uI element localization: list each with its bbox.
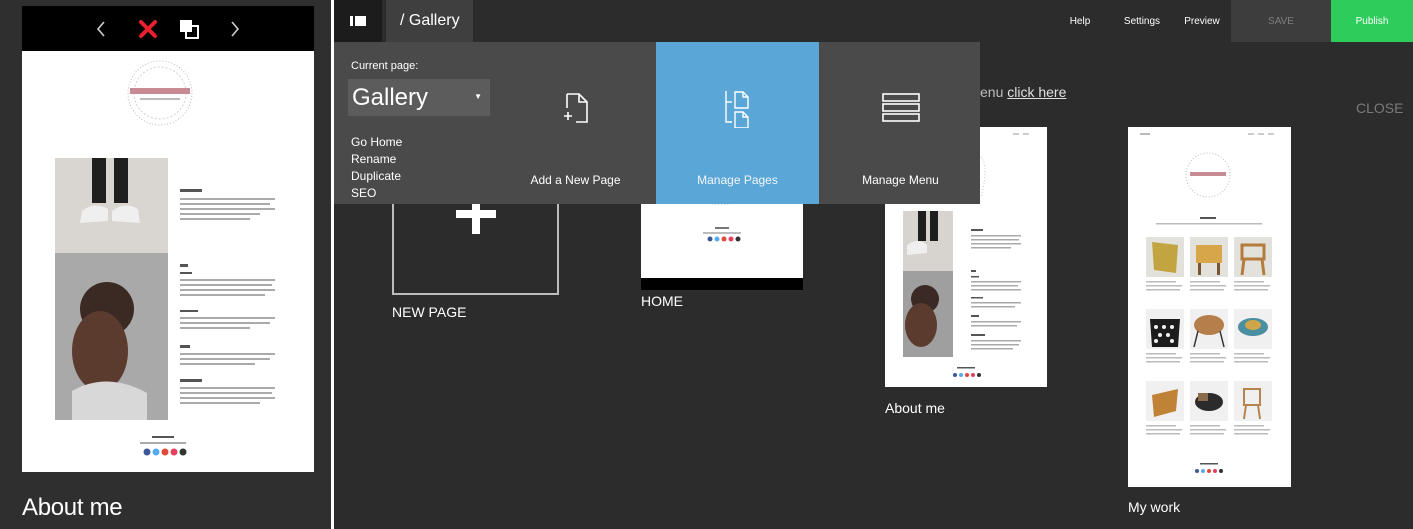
close-button[interactable]: CLOSE	[1356, 100, 1403, 116]
add-new-page-label: Add a New Page	[530, 173, 621, 187]
pages-dropdown-panel: Current page: Gallery ▼ Go Home Rename D…	[334, 42, 980, 204]
manage-menu-tile[interactable]: Manage Menu	[819, 42, 982, 204]
about-me-page-label: About me	[885, 400, 945, 416]
home-page-thumbnail-image	[641, 200, 803, 290]
next-page-button[interactable]	[220, 6, 250, 51]
current-page-tab[interactable]: / Gallery	[386, 0, 473, 42]
click-here-link[interactable]: click here	[1007, 84, 1066, 100]
rename-link[interactable]: Rename	[351, 152, 396, 166]
add-page-icon	[563, 93, 588, 123]
settings-link[interactable]: Settings	[1114, 0, 1170, 42]
current-page-label: Current page:	[351, 60, 419, 72]
my-work-thumbnail-image	[1140, 133, 1274, 473]
duplicate-link[interactable]: Duplicate	[351, 169, 401, 183]
duplicate-page-button[interactable]	[174, 6, 204, 51]
add-new-page-tile[interactable]: Add a New Page	[494, 42, 657, 204]
my-work-page-label: My work	[1128, 499, 1181, 515]
menu-list-icon	[881, 93, 920, 122]
sidebar-toggle-icon	[350, 16, 366, 26]
top-toolbar: / Gallery Help Settings Preview SAVE Pub…	[334, 0, 1413, 42]
manage-menu-label: Manage Menu	[862, 173, 939, 187]
seo-link[interactable]: SEO	[351, 186, 376, 200]
preview-page-title: About me	[22, 494, 123, 521]
publish-button[interactable]: Publish	[1331, 0, 1413, 42]
new-page-label: NEW PAGE	[392, 304, 467, 320]
go-home-link[interactable]: Go Home	[351, 135, 402, 149]
page-manager: / Gallery Help Settings Preview SAVE Pub…	[334, 0, 1413, 529]
current-page-section: Current page: Gallery ▼ Go Home Rename D…	[334, 42, 504, 204]
page-preview-panel: About me	[0, 0, 331, 529]
home-page-label: HOME	[641, 293, 683, 309]
home-page-thumbnail[interactable]	[641, 200, 803, 290]
preview-navigation-bar	[22, 6, 314, 51]
current-page-value: Gallery	[352, 83, 429, 111]
chevron-left-icon	[96, 20, 105, 37]
current-page-select[interactable]: Gallery ▼	[348, 79, 490, 116]
help-link[interactable]: Help	[1060, 0, 1100, 42]
duplicate-pages-icon	[180, 19, 199, 39]
delete-page-button[interactable]	[133, 6, 163, 51]
preview-link[interactable]: Preview	[1176, 0, 1228, 42]
about-page-preview-image	[55, 60, 275, 456]
my-work-page-thumbnail[interactable]	[1128, 127, 1291, 487]
close-x-icon	[139, 19, 157, 38]
manage-menu-hint-text: enu	[980, 84, 1004, 100]
caret-down-icon: ▼	[474, 92, 482, 101]
sidebar-toggle-button[interactable]	[334, 0, 382, 42]
manage-pages-label: Manage Pages	[697, 173, 778, 187]
chevron-right-icon	[231, 20, 240, 37]
previous-page-button[interactable]	[86, 6, 116, 51]
about-page-preview	[22, 51, 314, 472]
manage-pages-tile[interactable]: Manage Pages	[656, 42, 819, 204]
manage-menu-hint: enu click here	[980, 84, 1066, 100]
save-button[interactable]: SAVE	[1231, 0, 1331, 42]
page-tree-icon	[724, 91, 749, 128]
